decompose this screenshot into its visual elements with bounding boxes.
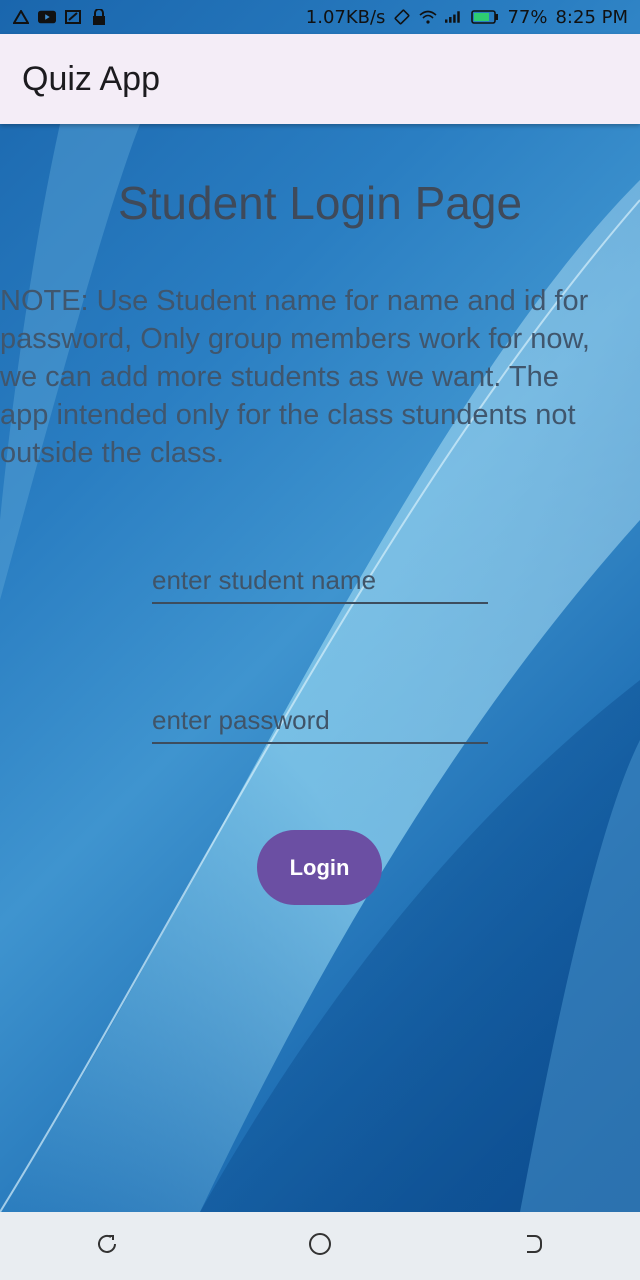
lock-icon <box>90 9 108 25</box>
youtube-icon <box>38 9 56 25</box>
clock: 8:25 PM <box>555 6 628 28</box>
status-bar: 1.07KB/s 77% 8:25 PM <box>0 0 640 34</box>
status-right: 1.07KB/s 77% 8:25 PM <box>306 7 628 28</box>
screenshot-icon <box>64 9 82 25</box>
password-input[interactable] <box>152 700 488 740</box>
signal-icon <box>445 9 463 25</box>
page-title: Student Login Page <box>117 177 523 229</box>
app-bar: Quiz App <box>0 34 640 124</box>
student-name-field[interactable] <box>152 560 488 604</box>
recents-button[interactable] <box>503 1216 563 1276</box>
home-icon <box>308 1232 332 1260</box>
alert-icon <box>12 9 30 25</box>
back-button[interactable] <box>77 1216 137 1276</box>
home-button[interactable] <box>290 1216 350 1276</box>
student-name-input[interactable] <box>152 560 488 600</box>
recents-icon <box>521 1232 545 1260</box>
app-title: Quiz App <box>22 59 160 98</box>
battery-percent: 77% <box>507 6 548 28</box>
network-speed: 1.07KB/s <box>305 6 386 28</box>
wifi-icon <box>419 9 437 25</box>
status-left <box>12 9 108 25</box>
password-field[interactable] <box>152 700 488 744</box>
nav-bar <box>0 1212 640 1280</box>
rotate-icon <box>393 9 411 25</box>
login-button[interactable]: Login <box>257 830 382 905</box>
back-icon <box>95 1232 119 1260</box>
note-text: NOTE: Use Student name for name and id f… <box>0 285 590 469</box>
battery-icon <box>471 9 499 25</box>
